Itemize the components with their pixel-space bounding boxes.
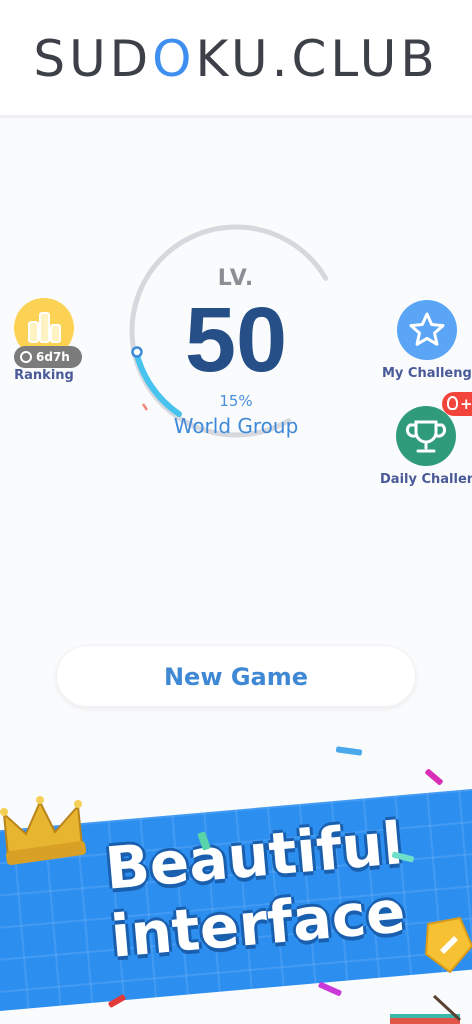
- logo-suffix: KU.CLUB: [195, 30, 439, 88]
- my-challenge-label: My Challenge: [382, 366, 472, 381]
- clock-icon: [20, 351, 32, 363]
- trophy-handles: [405, 423, 447, 438]
- confetti-piece: [424, 768, 444, 786]
- daily-challenge-label: Daily Challenge: [380, 472, 472, 487]
- pencil-icon: [390, 994, 462, 1024]
- ranking-button[interactable]: 6d7h Ranking: [8, 298, 82, 383]
- bar-2: [39, 312, 50, 343]
- confetti-piece: [317, 981, 343, 997]
- trophy-cup: [414, 420, 438, 444]
- daily-challenge-circle: +1: [396, 392, 472, 466]
- hint-badge: +1: [442, 392, 472, 416]
- bulb-icon: [447, 396, 458, 410]
- my-challenge-button[interactable]: My Challenge: [382, 300, 472, 381]
- pencil-stripe: [390, 1014, 460, 1018]
- crown-icon: [0, 796, 87, 865]
- ranking-label: Ranking: [14, 368, 74, 383]
- app-logo: SUDOKU.CLUB: [0, 30, 472, 88]
- new-game-button[interactable]: New Game: [56, 645, 416, 707]
- logo-o: O: [152, 30, 196, 88]
- hint-badge-text: +1: [459, 395, 472, 413]
- ranking-timer-text: 6d7h: [36, 350, 70, 364]
- medal-icon: [424, 916, 472, 974]
- confetti-piece: [335, 746, 363, 756]
- trophy-icon: [405, 420, 447, 453]
- trophy-stem: [416, 440, 436, 453]
- logo-prefix: SUD: [33, 30, 153, 88]
- bar-3: [50, 324, 61, 343]
- daily-challenge-button[interactable]: +1 Daily Challenge: [380, 392, 472, 487]
- app-header: SUDOKU.CLUB: [0, 0, 472, 118]
- my-challenge-circle: [397, 300, 457, 360]
- crown-jewel-2: [36, 796, 44, 804]
- crown-jewel-1: [0, 808, 8, 816]
- star-icon: [409, 312, 445, 346]
- promo-banner: Beautiful interface: [0, 740, 472, 1024]
- ranking-timer: 6d7h: [14, 346, 82, 368]
- star-shape: [409, 312, 445, 346]
- bar-1: [28, 321, 39, 343]
- crown-jewel-3: [74, 800, 82, 808]
